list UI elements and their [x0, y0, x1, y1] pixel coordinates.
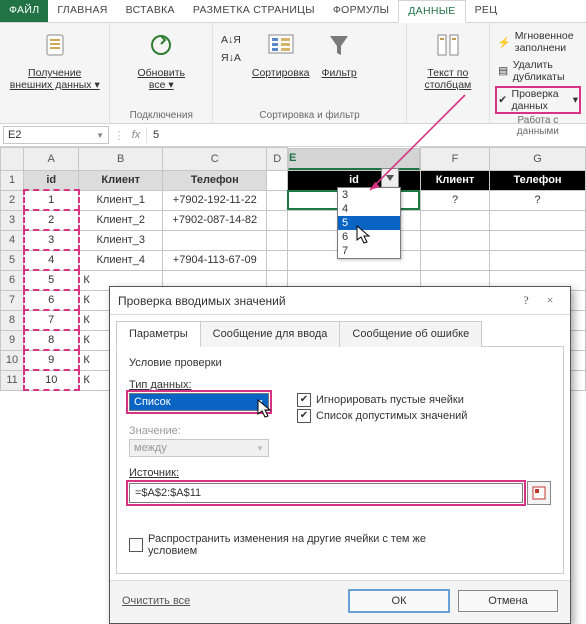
- tab-data[interactable]: ДАННЫЕ: [398, 0, 465, 23]
- filter-button[interactable]: Фильтр: [319, 27, 360, 83]
- cell[interactable]: ?: [490, 190, 586, 210]
- close-button[interactable]: ×: [538, 293, 562, 308]
- help-button[interactable]: ?: [514, 293, 538, 308]
- range-picker-button[interactable]: [527, 481, 551, 505]
- type-label: Тип данных:: [129, 379, 279, 391]
- chevron-down-icon[interactable]: ▼: [96, 131, 104, 140]
- remove-duplicates-button[interactable]: ▤Удалить дубликаты: [496, 58, 580, 84]
- ribbon: Получение внешних данных ▾ Обновить все …: [0, 23, 586, 124]
- cell[interactable]: Телефон: [163, 170, 267, 190]
- validation-icon: ✔: [498, 92, 508, 108]
- data-validation-dialog: Проверка вводимых значений ? × Параметры…: [109, 286, 571, 624]
- flash-icon: ⚡: [498, 34, 511, 50]
- ignore-blank-checkbox[interactable]: ✔Игнорировать пустые ячейки: [297, 393, 467, 407]
- get-data-label: Получение внешних данных ▾: [10, 67, 100, 91]
- cancel-button[interactable]: Отмена: [458, 590, 558, 612]
- checkbox-icon: [129, 538, 143, 552]
- col-D[interactable]: D: [267, 148, 288, 171]
- sort-button[interactable]: Сортировка: [249, 27, 313, 83]
- tab-insert[interactable]: ВСТАВКА: [117, 0, 184, 22]
- validation-dropdown-button[interactable]: [381, 168, 399, 188]
- cell[interactable]: Клиент_1: [79, 190, 163, 210]
- tab-home[interactable]: ГЛАВНАЯ: [48, 0, 116, 22]
- group-connections-label: Подключения: [116, 108, 206, 121]
- database-icon: [39, 29, 71, 61]
- formula-input[interactable]: 5: [146, 127, 586, 143]
- data-operator-select: между▼: [129, 439, 269, 457]
- criteria-legend: Условие проверки: [129, 357, 551, 369]
- cell[interactable]: [267, 190, 288, 210]
- col-F[interactable]: F: [420, 148, 489, 171]
- validation-dropdown-list[interactable]: 3 4 5 6 7: [337, 187, 401, 259]
- range-ref-icon: [532, 486, 546, 500]
- tab-review[interactable]: РЕЦ: [466, 0, 507, 22]
- dialog-titlebar[interactable]: Проверка вводимых значений ? ×: [110, 287, 570, 315]
- source-input[interactable]: =$A$2:$A$11: [129, 483, 523, 503]
- formula-bar: E2▼ ⋮ fx 5: [0, 124, 586, 147]
- data-validation-button[interactable]: ✔Проверка данных▾: [496, 87, 580, 113]
- cell[interactable]: Телефон: [490, 170, 586, 190]
- col-G[interactable]: G: [490, 148, 586, 171]
- list-item[interactable]: 3: [338, 188, 400, 202]
- dropdown-chevron-icon[interactable]: ▾: [573, 94, 578, 106]
- tab-parameters[interactable]: Параметры: [116, 321, 201, 347]
- list-item[interactable]: 7: [338, 244, 400, 258]
- chevron-down-icon: ▼: [256, 398, 264, 407]
- get-external-data-button[interactable]: Получение внешних данных ▾: [7, 27, 103, 95]
- dialog-footer: Очистить все ОК Отмена: [110, 580, 570, 623]
- tab-input-message[interactable]: Сообщение для ввода: [200, 321, 341, 347]
- refresh-all-button[interactable]: Обновить все ▾: [134, 27, 188, 95]
- sort-asc-button[interactable]: А↓Я: [219, 33, 243, 47]
- cell[interactable]: Клиент: [420, 170, 489, 190]
- cell[interactable]: 1: [24, 190, 79, 210]
- group-sort-filter-label: Сортировка и фильтр: [219, 108, 400, 121]
- sort-desc-button[interactable]: Я↓А: [219, 51, 243, 65]
- col-A[interactable]: A: [24, 148, 79, 171]
- cell[interactable]: [267, 170, 288, 190]
- flash-fill-button[interactable]: ⚡Мгновенное заполнени: [496, 29, 580, 55]
- dialog-title: Проверка вводимых значений: [118, 294, 286, 308]
- ok-button[interactable]: ОК: [348, 589, 450, 613]
- text-columns-icon: [432, 29, 464, 61]
- list-item[interactable]: 6: [338, 230, 400, 244]
- col-E[interactable]: E: [288, 148, 420, 170]
- row-1[interactable]: 1: [1, 170, 24, 190]
- dialog-body: Условие проверки Тип данных: Список▼ Зна…: [116, 346, 564, 574]
- fx-button[interactable]: fx: [126, 129, 146, 141]
- list-item[interactable]: 5: [338, 216, 400, 230]
- tab-error-alert[interactable]: Сообщение об ошибке: [339, 321, 482, 347]
- sort-icon: [265, 29, 297, 61]
- ribbon-tabs: ФАЙЛ ГЛАВНАЯ ВСТАВКА РАЗМЕТКА СТРАНИЦЫ Ф…: [0, 0, 586, 23]
- refresh-label: Обновить все ▾: [137, 67, 185, 91]
- allow-type-select[interactable]: Список▼: [129, 393, 269, 411]
- tab-page-layout[interactable]: РАЗМЕТКА СТРАНИЦЫ: [184, 0, 324, 22]
- tab-file[interactable]: ФАЙЛ: [0, 0, 48, 22]
- cell[interactable]: ?: [420, 190, 489, 210]
- funnel-icon: [323, 29, 355, 61]
- row-2[interactable]: 2: [1, 190, 24, 210]
- list-item[interactable]: 4: [338, 202, 400, 216]
- in-cell-dropdown-checkbox[interactable]: ✔Список допустимых значений: [297, 409, 467, 423]
- select-all[interactable]: [1, 148, 24, 171]
- tab-formulas[interactable]: ФОРМУЛЫ: [324, 0, 398, 22]
- col-B[interactable]: B: [79, 148, 163, 171]
- cell[interactable]: Клиент: [79, 170, 163, 190]
- refresh-icon: [145, 29, 177, 61]
- clear-all-button[interactable]: Очистить все: [122, 595, 190, 607]
- apply-same-checkbox[interactable]: Распространить изменения на другие ячейк…: [129, 533, 551, 557]
- text-to-columns-button[interactable]: Текст по столбцам: [421, 27, 474, 95]
- dialog-tabs: Параметры Сообщение для ввода Сообщение …: [116, 321, 564, 347]
- checkbox-icon: ✔: [297, 393, 311, 407]
- col-C[interactable]: C: [163, 148, 267, 171]
- name-box[interactable]: E2▼: [3, 126, 109, 144]
- cell[interactable]: +7902-192-11-22: [163, 190, 267, 210]
- source-label: Источник:: [129, 467, 551, 479]
- dupes-icon: ▤: [498, 63, 509, 79]
- checkbox-icon: ✔: [297, 409, 311, 423]
- value-label: Значение:: [129, 425, 279, 437]
- cell[interactable]: id: [24, 170, 79, 190]
